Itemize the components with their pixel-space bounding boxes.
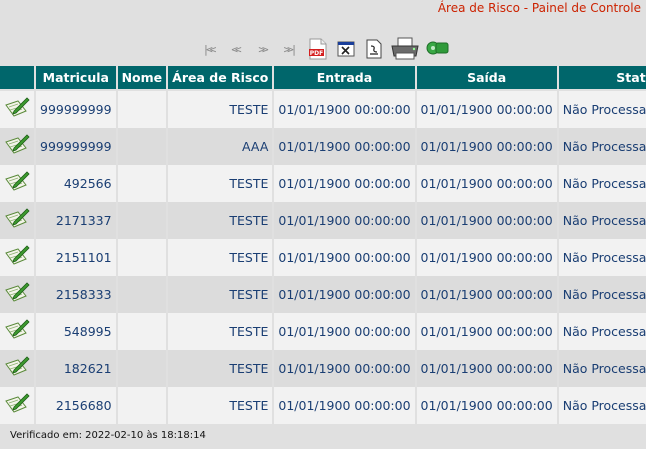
cell-saida: 01/01/1900 00:00:00 xyxy=(416,313,557,350)
cell-area: TESTE xyxy=(168,387,273,424)
cell-status: Não Processado xyxy=(558,387,646,424)
column-header-area[interactable]: Área de Risco xyxy=(168,66,273,91)
cell-nome xyxy=(117,239,167,276)
cell-nome xyxy=(117,202,167,239)
table-row: 999999999 AAA 01/01/1900 00:00:00 01/01/190… xyxy=(0,128,646,165)
table-header-row: Matricula Nome Área de Risco Entrada Saí… xyxy=(0,66,646,91)
cell-saida: 01/01/1900 00:00:00 xyxy=(416,350,557,387)
cell-matricula: 2156680 xyxy=(36,387,116,424)
cell-nome xyxy=(117,276,167,313)
column-header-action xyxy=(0,66,34,91)
svg-text:PDF: PDF xyxy=(310,50,323,57)
table-row: 2158333 TESTE 01/01/1900 00:00:00 01/01/190… xyxy=(0,276,646,313)
settings-icon[interactable] xyxy=(424,37,450,61)
next-page-icon[interactable]: >> xyxy=(249,43,275,56)
table-row: 2171337 TESTE 01/01/1900 00:00:00 01/01/190… xyxy=(0,202,646,239)
column-header-saida[interactable]: Saída xyxy=(416,66,557,91)
cell-status: Não Processado xyxy=(558,239,646,276)
last-page-icon[interactable]: >>| xyxy=(276,43,302,56)
cell-nome xyxy=(117,350,167,387)
table-row: 2156680 TESTE 01/01/1900 00:00:00 01/01/190… xyxy=(0,387,646,424)
pagination-nav: |<< << >> >>| xyxy=(195,43,302,56)
edit-record-icon[interactable] xyxy=(0,387,34,424)
cell-area: AAA xyxy=(168,128,273,165)
cell-entrada: 01/01/1900 00:00:00 xyxy=(274,276,415,313)
cell-area: TESTE xyxy=(168,313,273,350)
table-body: 999999999 TESTE 01/01/1900 00:00:00 01/01/1… xyxy=(0,91,646,424)
verified-timestamp: Verificado em: 2022-02-10 às 18:18:14 xyxy=(10,430,206,441)
edit-record-icon[interactable] xyxy=(0,350,34,387)
cell-status: Não Processado xyxy=(558,350,646,387)
cell-status: Não Processado xyxy=(558,276,646,313)
cell-matricula: 492566 xyxy=(36,165,116,202)
edit-record-icon[interactable] xyxy=(0,313,34,350)
cell-entrada: 01/01/1900 00:00:00 xyxy=(274,239,415,276)
column-header-entrada[interactable]: Entrada xyxy=(274,66,415,91)
page-title: Área de Risco - Painel de Controle xyxy=(437,1,641,15)
cell-matricula: 999999999 xyxy=(36,128,116,165)
data-table: Matricula Nome Área de Risco Entrada Saí… xyxy=(0,66,646,424)
cell-matricula: 2158333 xyxy=(36,276,116,313)
cell-matricula: 999999999 xyxy=(36,91,116,128)
cell-saida: 01/01/1900 00:00:00 xyxy=(416,276,557,313)
cell-area: TESTE xyxy=(168,202,273,239)
edit-record-icon[interactable] xyxy=(0,128,34,165)
cell-area: TESTE xyxy=(168,276,273,313)
table-row: 2151101 TESTE 01/01/1900 00:00:00 01/01/190… xyxy=(0,239,646,276)
edit-record-icon[interactable] xyxy=(0,202,34,239)
cell-saida: 01/01/1900 00:00:00 xyxy=(416,91,557,128)
cell-saida: 01/01/1900 00:00:00 xyxy=(416,239,557,276)
previous-page-icon[interactable]: << xyxy=(222,43,248,56)
cell-matricula: 182621 xyxy=(36,350,116,387)
cell-entrada: 01/01/1900 00:00:00 xyxy=(274,165,415,202)
edit-record-icon[interactable] xyxy=(0,276,34,313)
cell-nome xyxy=(117,387,167,424)
printer-icon[interactable] xyxy=(390,37,420,61)
excel-export-icon[interactable] xyxy=(334,37,358,61)
cell-matricula: 548995 xyxy=(36,313,116,350)
cell-status: Não Processado xyxy=(558,313,646,350)
cell-matricula: 2151101 xyxy=(36,239,116,276)
cell-area: TESTE xyxy=(168,165,273,202)
text-export-icon[interactable] xyxy=(362,37,386,61)
edit-record-icon[interactable] xyxy=(0,165,34,202)
cell-entrada: 01/01/1900 00:00:00 xyxy=(274,350,415,387)
cell-nome xyxy=(117,313,167,350)
first-page-icon[interactable]: |<< xyxy=(195,43,221,56)
cell-status: Não Processado xyxy=(558,165,646,202)
toolbar: |<< << >> >>| PDF xyxy=(195,36,450,62)
cell-nome xyxy=(117,165,167,202)
cell-entrada: 01/01/1900 00:00:00 xyxy=(274,387,415,424)
cell-status: Não Processado xyxy=(558,202,646,239)
cell-saida: 01/01/1900 00:00:00 xyxy=(416,128,557,165)
cell-area: TESTE xyxy=(168,239,273,276)
cell-entrada: 01/01/1900 00:00:00 xyxy=(274,313,415,350)
cell-nome xyxy=(117,91,167,128)
cell-status: Não Processado xyxy=(558,128,646,165)
cell-area: TESTE xyxy=(168,350,273,387)
table-row: 999999999 TESTE 01/01/1900 00:00:00 01/01/1… xyxy=(0,91,646,128)
edit-record-icon[interactable] xyxy=(0,239,34,276)
cell-entrada: 01/01/1900 00:00:00 xyxy=(274,202,415,239)
cell-area: TESTE xyxy=(168,91,273,128)
cell-saida: 01/01/1900 00:00:00 xyxy=(416,387,557,424)
cell-matricula: 2171337 xyxy=(36,202,116,239)
cell-status: Não Processado xyxy=(558,91,646,128)
edit-record-icon[interactable] xyxy=(0,91,34,128)
column-header-nome[interactable]: Nome xyxy=(117,66,167,91)
cell-saida: 01/01/1900 00:00:00 xyxy=(416,165,557,202)
cell-entrada: 01/01/1900 00:00:00 xyxy=(274,128,415,165)
column-header-status[interactable]: Status xyxy=(558,66,646,91)
cell-entrada: 01/01/1900 00:00:00 xyxy=(274,91,415,128)
pdf-export-icon[interactable]: PDF xyxy=(306,37,330,61)
table-row: 182621 TESTE 01/01/1900 00:00:00 01/01/1900… xyxy=(0,350,646,387)
cell-saida: 01/01/1900 00:00:00 xyxy=(416,202,557,239)
column-header-matricula[interactable]: Matricula xyxy=(36,66,116,91)
table-row: 548995 TESTE 01/01/1900 00:00:00 01/01/1900… xyxy=(0,313,646,350)
cell-nome xyxy=(117,128,167,165)
table-row: 492566 TESTE 01/01/1900 00:00:00 01/01/1900… xyxy=(0,165,646,202)
